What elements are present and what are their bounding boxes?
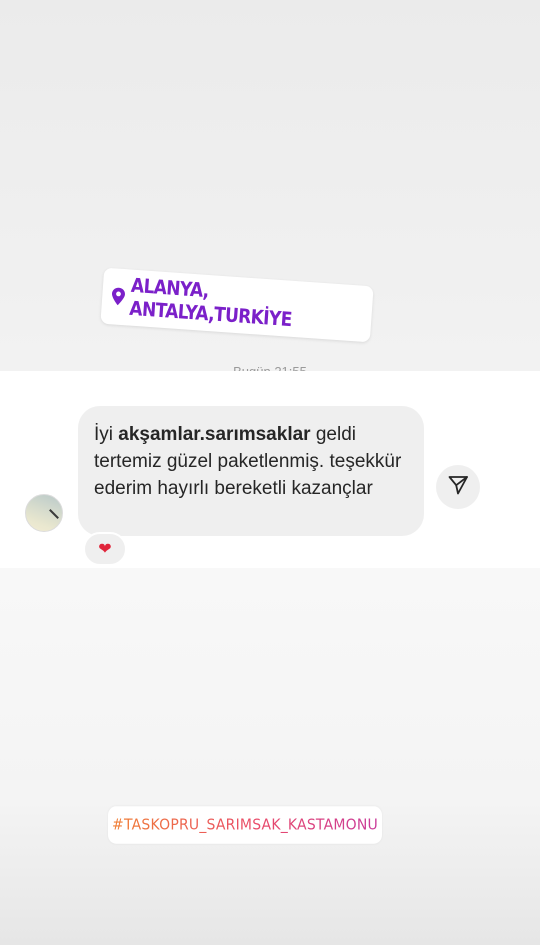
send-icon bbox=[447, 474, 469, 501]
message-text-start: İyi bbox=[94, 424, 119, 445]
hashtag-text: #TASKOPRU_SARIMSAK_KASTAMONU bbox=[112, 816, 378, 834]
hashtag-sticker[interactable]: #TASKOPRU_SARIMSAK_KASTAMONU bbox=[108, 806, 382, 844]
avatar[interactable] bbox=[25, 494, 63, 532]
heart-reaction[interactable]: ❤ bbox=[83, 532, 127, 566]
message-bubble[interactable]: İyi akşamlar.sarımsaklar geldi tertemiz … bbox=[78, 406, 424, 536]
share-button[interactable] bbox=[436, 465, 480, 509]
message-mention[interactable]: akşamlar.sarımsaklar bbox=[118, 424, 310, 445]
heart-icon: ❤ bbox=[98, 541, 112, 558]
location-pin-icon bbox=[110, 286, 127, 307]
location-text: ALANYA, ANTALYA,TURKİYE bbox=[128, 274, 293, 332]
message-timestamp: Bugün 21:55 bbox=[0, 359, 540, 371]
